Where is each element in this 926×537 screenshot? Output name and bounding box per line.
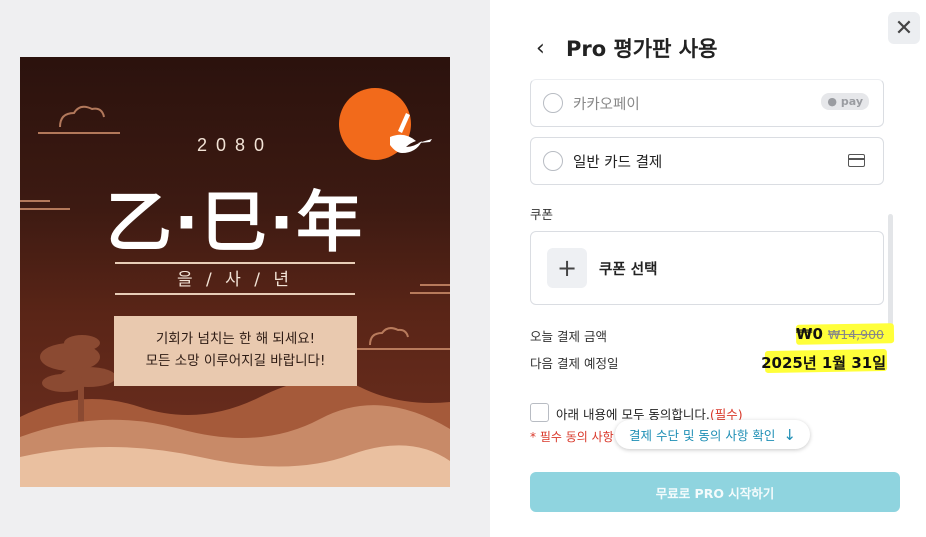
poster-message-line1: 기회가 넘치는 한 해 되세요! <box>155 331 316 347</box>
poster-year: 2080 <box>196 135 274 155</box>
cloud-right <box>350 284 450 350</box>
poster-divider-bottom <box>115 293 355 295</box>
agree-all-checkbox[interactable] <box>530 403 549 422</box>
scrollbar[interactable] <box>888 214 893 326</box>
coupon-heading: 쿠폰 <box>530 207 554 222</box>
arrow-down-icon: ↓ <box>783 425 796 444</box>
back-button[interactable]: ‹ <box>536 36 545 61</box>
poster-message: 기회가 넘치는 한 해 되세요! 모든 소망 이루어지길 바랍니다! <box>114 316 357 386</box>
payment-option-kakaopay[interactable]: 카카오페이 ● pay <box>530 79 884 127</box>
coupon-select-label: 쿠폰 선택 <box>599 262 658 278</box>
today-amount: ₩0 ₩14,900 <box>796 325 884 343</box>
original-amount-value: ₩14,900 <box>827 327 884 342</box>
payment-option-label: 일반 카드 결제 <box>573 154 663 171</box>
close-icon: ✕ <box>894 15 914 41</box>
next-billing-date: 2025년 1월 31일 <box>761 354 886 372</box>
poster-message-line2: 모든 소망 이루어지길 바랍니다! <box>145 353 326 369</box>
new-year-poster: 2080 乙·巳·年 을 / 사 / 년 기회가 넘치는 한 해 되세요! 모든… <box>20 57 450 487</box>
page-title: Pro 평가판 사용 <box>566 37 718 61</box>
coupon-select-button[interactable]: + 쿠폰 선택 <box>530 231 884 305</box>
confirm-terms-button[interactable]: 결제 수단 및 동의 사항 확인 ↓ <box>615 420 810 449</box>
preview-pane: 2080 乙·巳·年 을 / 사 / 년 기회가 넘치는 한 해 되세요! 모든… <box>0 0 490 537</box>
radio-card[interactable] <box>543 151 563 171</box>
plus-icon: + <box>547 248 587 288</box>
confirm-terms-label: 결제 수단 및 동의 사항 확인 <box>629 428 776 443</box>
payment-option-label: 카카오페이 <box>573 96 640 113</box>
poster-title: 乙·巳·年 <box>105 184 365 261</box>
start-pro-button[interactable]: 무료로 PRO 시작하기 <box>530 472 900 512</box>
next-billing-label: 다음 결제 예정일 <box>530 356 619 371</box>
checkout-panel: ✕ ‹ Pro 평가판 사용 카카오페이 ● pay 일반 카드 결제 쿠폰 +… <box>490 0 926 537</box>
kakaopay-badge: ● pay <box>821 93 869 110</box>
radio-kakaopay[interactable] <box>543 93 563 113</box>
required-note: * 필수 동의 사항 <box>530 430 614 444</box>
chevron-left-icon: ‹ <box>536 36 545 61</box>
payment-option-card[interactable]: 일반 카드 결제 <box>530 137 884 185</box>
poster-subtitle: 을 / 사 / 년 <box>177 270 293 290</box>
poster-divider-top <box>115 262 355 264</box>
today-amount-label: 오늘 결제 금액 <box>530 329 607 344</box>
close-button[interactable]: ✕ <box>888 12 920 44</box>
today-amount-value: ₩0 <box>795 325 823 343</box>
credit-card-icon <box>848 154 865 167</box>
